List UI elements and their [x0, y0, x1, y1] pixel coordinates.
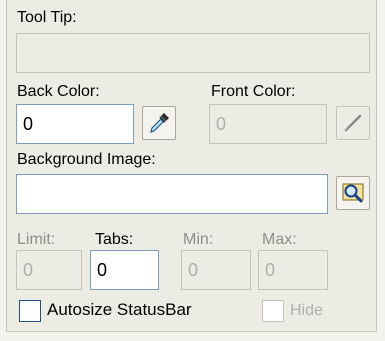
front-color-input[interactable]: 0 [209, 104, 327, 144]
limit-label: Limit: [17, 231, 56, 248]
eyedropper-icon [147, 111, 171, 135]
back-color-label: Back Color: [17, 83, 100, 100]
limit-input[interactable]: 0 [16, 250, 82, 290]
hide-checkbox[interactable] [262, 300, 284, 322]
pencil-icon [342, 112, 364, 134]
back-color-input[interactable]: 0 [16, 104, 134, 144]
tabs-label: Tabs: [95, 231, 134, 248]
back-color-picker-button[interactable] [142, 106, 176, 140]
tabs-input[interactable]: 0 [90, 250, 159, 290]
hide-label: Hide [290, 302, 323, 319]
autosize-statusbar-label: Autosize StatusBar [47, 300, 192, 319]
max-label: Max: [262, 231, 297, 248]
magnifier-icon [340, 180, 366, 206]
tooltip-input[interactable] [16, 33, 370, 73]
autosize-statusbar-checkbox[interactable] [19, 300, 41, 322]
background-image-browse-button[interactable] [336, 176, 370, 210]
tooltip-label: Tool Tip: [17, 9, 77, 26]
front-color-picker-button[interactable] [336, 106, 370, 140]
min-input[interactable]: 0 [181, 250, 251, 290]
front-color-label: Front Color: [211, 83, 296, 100]
min-label: Min: [183, 231, 214, 248]
background-image-input[interactable] [16, 174, 328, 214]
background-image-label: Background Image: [17, 151, 156, 168]
max-input[interactable]: 0 [258, 250, 328, 290]
